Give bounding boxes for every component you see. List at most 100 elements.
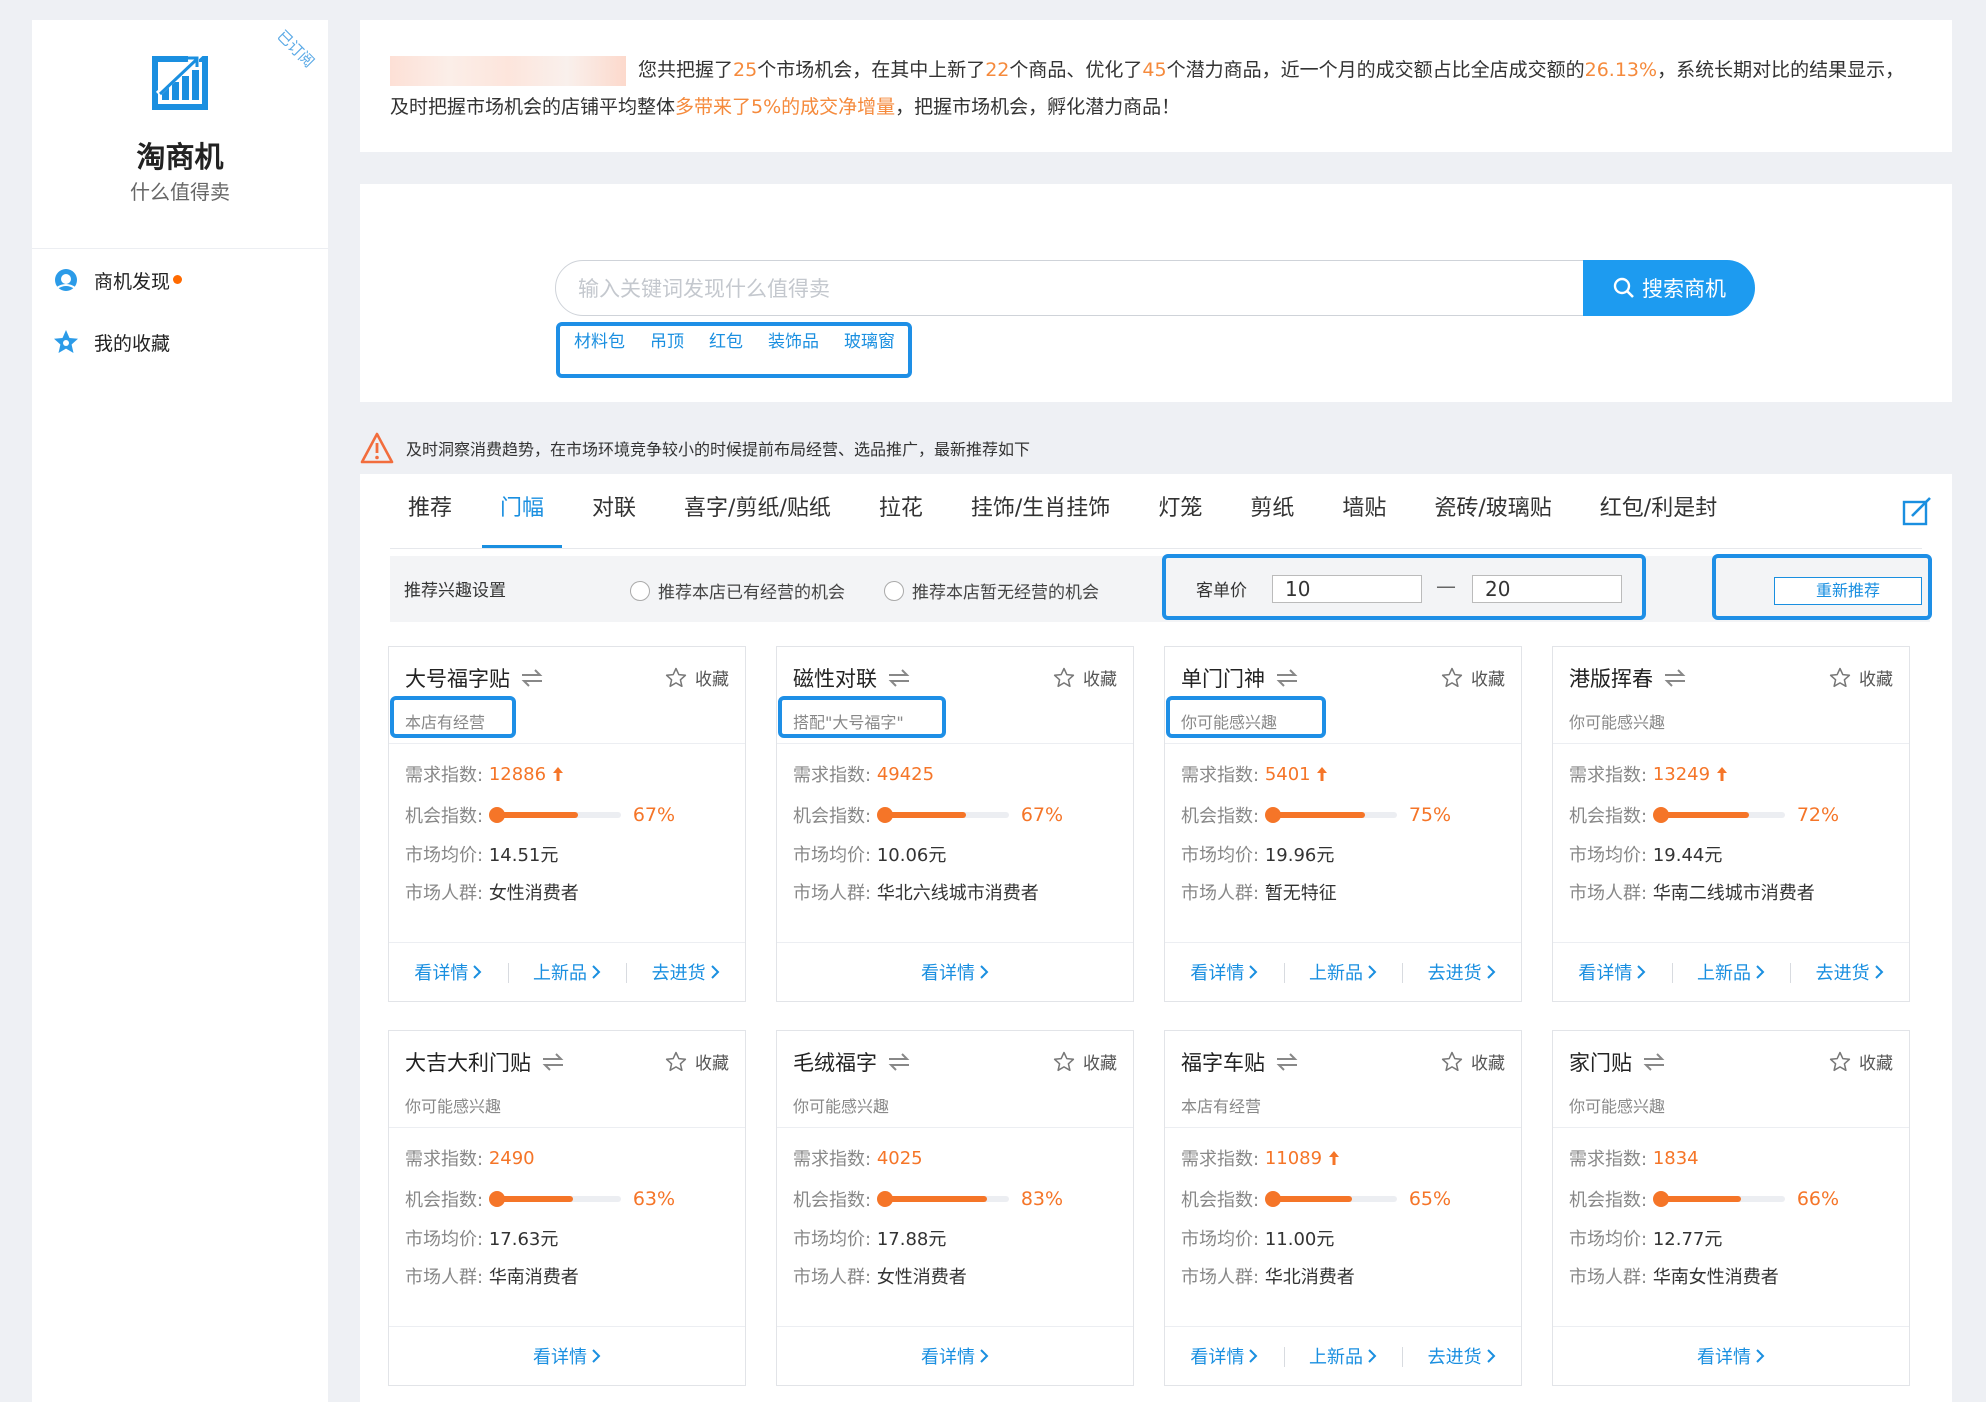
tab-stickers[interactable]: 喜字/剪纸/贴纸 bbox=[666, 474, 849, 548]
search-input[interactable] bbox=[576, 261, 1540, 317]
view-details-link[interactable]: 看详情 bbox=[1165, 959, 1284, 985]
card-title[interactable]: 毛绒福字 bbox=[793, 1047, 911, 1077]
card-title[interactable]: 港版挥春 bbox=[1569, 663, 1687, 693]
re-recommend-button[interactable]: 重新推荐 bbox=[1774, 577, 1922, 605]
restock-link[interactable]: 去进货 bbox=[1402, 1343, 1521, 1369]
card-title[interactable]: 单门门神 bbox=[1181, 663, 1299, 693]
favorite-button[interactable]: 收藏 bbox=[1829, 1049, 1893, 1074]
edit-icon[interactable] bbox=[1902, 496, 1932, 526]
card-title[interactable]: 家门贴 bbox=[1569, 1047, 1666, 1077]
hot-keyword[interactable]: 装饰品 bbox=[768, 327, 819, 352]
swap-icon[interactable] bbox=[541, 1052, 565, 1072]
nav-item-favorites[interactable]: 我的收藏 bbox=[52, 322, 170, 362]
card-title[interactable]: 大吉大利门贴 bbox=[405, 1047, 565, 1077]
swap-icon[interactable] bbox=[1642, 1052, 1666, 1072]
tab-lahua[interactable]: 拉花 bbox=[861, 474, 941, 548]
nav-item-discover[interactable]: 商机发现 bbox=[52, 260, 183, 300]
tab-red-envelope[interactable]: 红包/利是封 bbox=[1582, 474, 1735, 548]
crowd-label: 市场人群: bbox=[1181, 1267, 1260, 1288]
crowd-row: 市场人群: 华北消费者 bbox=[1181, 1263, 1355, 1289]
tab-tile-sticker[interactable]: 瓷砖/玻璃贴 bbox=[1416, 474, 1569, 548]
hot-keyword[interactable]: 吊顶 bbox=[650, 327, 684, 352]
crowd-value: 女性消费者 bbox=[488, 883, 579, 904]
chance-label: 机会指数: bbox=[1181, 1190, 1260, 1211]
link-label: 看详情 bbox=[414, 963, 469, 984]
view-details-link[interactable]: 看详情 bbox=[389, 1343, 745, 1369]
restock-link[interactable]: 去进货 bbox=[626, 959, 745, 985]
demand-value: 1834 bbox=[1652, 1147, 1699, 1169]
favorite-button[interactable]: 收藏 bbox=[665, 1049, 729, 1074]
list-new-product-link[interactable]: 上新品 bbox=[1283, 1343, 1403, 1369]
view-details-link[interactable]: 看详情 bbox=[1553, 1343, 1909, 1369]
card-tag: 本店有经营 bbox=[1181, 1097, 1262, 1116]
card-title[interactable]: 磁性对联 bbox=[793, 663, 911, 693]
chance-bar bbox=[488, 807, 621, 823]
hot-keyword[interactable]: 玻璃窗 bbox=[844, 327, 895, 352]
search-button[interactable]: 搜索商机 bbox=[1583, 260, 1755, 316]
favorite-button[interactable]: 收藏 bbox=[1053, 1049, 1117, 1074]
restock-link[interactable]: 去进货 bbox=[1790, 959, 1909, 985]
price-max-input[interactable] bbox=[1472, 575, 1622, 603]
card-tag: 你可能感兴趣 bbox=[1569, 1097, 1666, 1116]
chevron-right-icon bbox=[980, 965, 989, 979]
favorite-button[interactable]: 收藏 bbox=[1441, 1049, 1505, 1074]
list-new-product-link[interactable]: 上新品 bbox=[1671, 959, 1791, 985]
swap-icon[interactable] bbox=[1275, 668, 1299, 688]
radio-new[interactable]: 推荐本店暂无经营的机会 bbox=[884, 578, 1099, 603]
favorite-button[interactable]: 收藏 bbox=[1053, 665, 1117, 690]
swap-icon[interactable] bbox=[887, 668, 911, 688]
card-title[interactable]: 大号福字贴 bbox=[405, 663, 544, 693]
price-value: 17.63元 bbox=[488, 1229, 559, 1250]
price-row: 市场均价: 17.88元 bbox=[793, 1225, 946, 1251]
price-value: 14.51元 bbox=[488, 845, 559, 866]
view-details-link[interactable]: 看详情 bbox=[389, 959, 508, 985]
hot-keyword[interactable]: 材料包 bbox=[574, 327, 625, 352]
tab-couplet[interactable]: 对联 bbox=[574, 474, 654, 548]
price-row: 市场均价: 12.77元 bbox=[1569, 1225, 1722, 1251]
view-details-link[interactable]: 看详情 bbox=[777, 1343, 1133, 1369]
swap-icon[interactable] bbox=[1275, 1052, 1299, 1072]
favorite-button[interactable]: 收藏 bbox=[1829, 665, 1893, 690]
view-details-link[interactable]: 看详情 bbox=[1553, 959, 1672, 985]
chance-value: 65% bbox=[1408, 1188, 1452, 1210]
card-actions: 看详情 上新品 去进货 bbox=[1553, 943, 1909, 1001]
list-new-product-link[interactable]: 上新品 bbox=[1283, 959, 1403, 985]
nav-item-label: 我的收藏 bbox=[94, 332, 171, 355]
tab-wall-sticker[interactable]: 墙贴 bbox=[1324, 474, 1404, 548]
tab-recommend[interactable]: 推荐 bbox=[390, 474, 470, 548]
tab-door-width[interactable]: 门幅 bbox=[482, 474, 563, 548]
swap-icon[interactable] bbox=[1663, 668, 1687, 688]
chevron-right-icon bbox=[592, 1349, 601, 1363]
swap-icon[interactable] bbox=[520, 668, 544, 688]
demand-row: 需求指数: 13249 bbox=[1569, 761, 1728, 787]
restock-link[interactable]: 去进货 bbox=[1402, 959, 1521, 985]
price-min-input[interactable] bbox=[1272, 575, 1422, 603]
discover-icon bbox=[55, 269, 77, 291]
favorite-button[interactable]: 收藏 bbox=[1441, 665, 1505, 690]
radio-circle[interactable] bbox=[630, 580, 650, 601]
crowd-label: 市场人群: bbox=[1569, 883, 1648, 904]
view-details-link[interactable]: 看详情 bbox=[1165, 1343, 1284, 1369]
price-label: 市场均价: bbox=[1181, 845, 1260, 866]
card-title[interactable]: 福字车贴 bbox=[1181, 1047, 1299, 1077]
card-actions: 看详情 bbox=[777, 943, 1133, 1001]
hot-keyword[interactable]: 红包 bbox=[709, 327, 743, 352]
search-box bbox=[555, 260, 1585, 317]
radio-circle[interactable] bbox=[884, 580, 904, 601]
chance-row: 机会指数: 63% bbox=[405, 1186, 675, 1212]
list-new-product-link[interactable]: 上新品 bbox=[507, 959, 627, 985]
radio-existing[interactable]: 推荐本店已有经营的机会 bbox=[630, 578, 845, 603]
tab-pendants[interactable]: 挂饰/生肖挂饰 bbox=[953, 474, 1128, 548]
tip-line: 及时洞察消费趋势，在市场环境竞争较小的时候提前布局经营、选品推广，最新推荐如下 bbox=[360, 430, 1030, 466]
tab-paper-cut[interactable]: 剪纸 bbox=[1232, 474, 1312, 548]
link-label: 看详情 bbox=[1190, 963, 1245, 984]
view-details-link[interactable]: 看详情 bbox=[777, 959, 1133, 985]
chevron-right-icon bbox=[1368, 965, 1377, 979]
swap-icon[interactable] bbox=[887, 1052, 911, 1072]
star-icon bbox=[54, 330, 78, 353]
chevron-right-icon bbox=[1756, 1349, 1765, 1363]
chance-row: 机会指数: 66% bbox=[1569, 1186, 1839, 1212]
tab-lantern[interactable]: 灯笼 bbox=[1140, 474, 1220, 548]
notice-text: 您共把握了 bbox=[638, 59, 734, 81]
favorite-button[interactable]: 收藏 bbox=[665, 665, 729, 690]
